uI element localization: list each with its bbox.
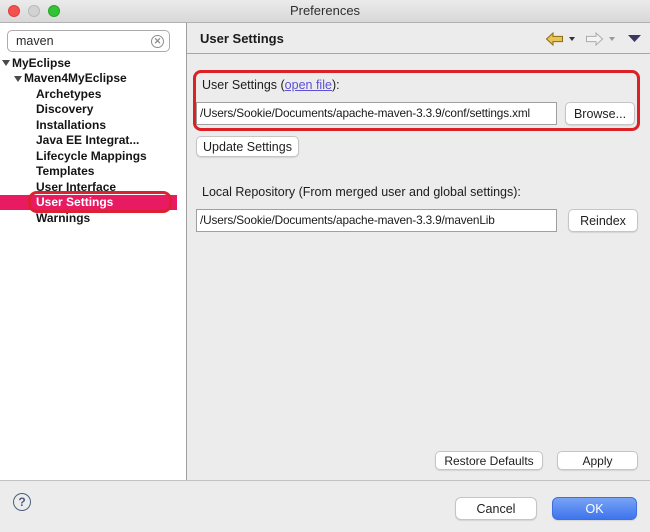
- apply-button[interactable]: Apply: [557, 451, 638, 470]
- tree-item-lifecycle-mappings[interactable]: Lifecycle Mappings: [0, 148, 177, 164]
- tree-item-label: Installations: [36, 118, 106, 132]
- tree-item-label: MyEclipse: [12, 56, 71, 70]
- tree-item-myeclipse[interactable]: MyEclipse: [0, 55, 177, 71]
- settings-tree: MyEclipseMaven4MyEclipse ArchetypesDiscov…: [0, 55, 186, 226]
- tree-item-label: Java EE Integrat...: [36, 133, 139, 147]
- user-settings-label: User Settings (open file):: [202, 78, 340, 92]
- tree-item-label: User Interface: [36, 180, 116, 194]
- reindex-button[interactable]: Reindex: [568, 209, 638, 232]
- tree-item-label: Archetypes: [36, 87, 101, 101]
- cancel-button[interactable]: Cancel: [455, 497, 537, 520]
- expand-triangle-icon[interactable]: [14, 76, 22, 82]
- history-navigation: [545, 23, 642, 54]
- user-settings-path-field[interactable]: /Users/Sookie/Documents/apache-maven-3.3…: [196, 102, 557, 125]
- footer-bar: ? Cancel OK: [0, 480, 650, 532]
- clear-search-icon[interactable]: ✕: [151, 35, 164, 48]
- tree-item-installations[interactable]: Installations: [0, 117, 177, 133]
- back-dropdown-icon[interactable]: [569, 37, 575, 41]
- sidebar: ✕ MyEclipseMaven4MyEclipse ArchetypesDisc…: [0, 23, 187, 480]
- back-icon[interactable]: [545, 32, 564, 46]
- tree-item-java-ee-integrat[interactable]: Java EE Integrat...: [0, 133, 177, 149]
- tree-item-archetypes[interactable]: Archetypes: [0, 86, 177, 102]
- tree-item-warnings[interactable]: Warnings: [0, 210, 177, 226]
- title-bar: Preferences: [0, 0, 650, 23]
- page-title: User Settings: [200, 23, 284, 54]
- window-title: Preferences: [0, 0, 650, 22]
- tree-item-templates[interactable]: Templates: [0, 164, 177, 180]
- tree-item-user-interface[interactable]: User Interface: [0, 179, 177, 195]
- tree-item-label: Lifecycle Mappings: [36, 149, 147, 163]
- restore-defaults-button[interactable]: Restore Defaults: [435, 451, 543, 470]
- tree-item-label: Templates: [36, 164, 94, 178]
- forward-dropdown-icon[interactable]: [609, 37, 615, 41]
- open-file-link[interactable]: open file: [285, 78, 332, 92]
- content-panel: User Settings User Settings (open file):…: [187, 23, 650, 480]
- ok-button[interactable]: OK: [552, 497, 637, 520]
- tree-item-discovery[interactable]: Discovery: [0, 102, 177, 118]
- label-suffix: ):: [332, 78, 340, 92]
- help-button[interactable]: ?: [13, 493, 31, 511]
- tree-item-label: User Settings: [36, 195, 113, 209]
- tree-item-label: Warnings: [36, 211, 90, 225]
- label-prefix: User Settings (: [202, 78, 285, 92]
- search-input[interactable]: [16, 32, 146, 50]
- filter-search-box[interactable]: ✕: [7, 30, 170, 52]
- forward-icon[interactable]: [585, 32, 604, 46]
- update-settings-button[interactable]: Update Settings: [196, 136, 299, 157]
- content-header: User Settings: [187, 23, 650, 54]
- browse-button[interactable]: Browse...: [565, 102, 635, 125]
- local-repository-path-field[interactable]: /Users/Sookie/Documents/apache-maven-3.3…: [196, 209, 557, 232]
- tree-item-label: Discovery: [36, 102, 93, 116]
- local-repository-label: Local Repository (From merged user and g…: [202, 185, 521, 199]
- preferences-window: Preferences ✕ MyEclipseMaven4MyEclipse Ar…: [0, 0, 650, 532]
- tree-item-label: Maven4MyEclipse: [24, 71, 127, 85]
- tree-item-maven4myeclipse[interactable]: Maven4MyEclipse: [0, 71, 177, 87]
- tree-item-user-settings[interactable]: User Settings: [0, 195, 177, 211]
- view-menu-icon[interactable]: [627, 34, 642, 43]
- expand-triangle-icon[interactable]: [2, 60, 10, 66]
